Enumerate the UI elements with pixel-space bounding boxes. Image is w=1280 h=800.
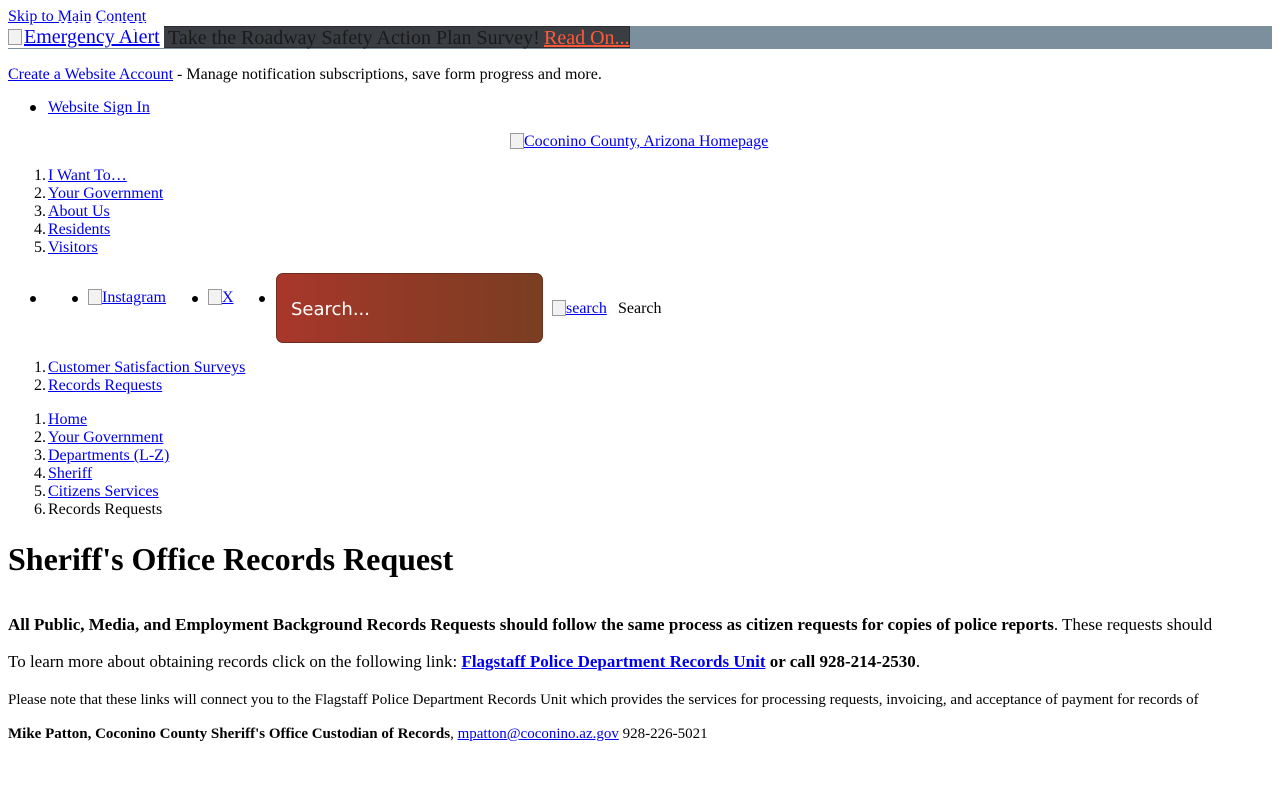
breadcrumb-sheriff[interactable]: Sheriff (48, 465, 92, 483)
create-account-link[interactable]: Create a Website Account (8, 66, 173, 83)
logo-alt-text: Coconino County, Arizona Homepage (524, 133, 769, 150)
list-bullet (192, 296, 198, 302)
nav-item-residents[interactable]: Residents (48, 221, 110, 239)
list-number: 2. (34, 377, 46, 394)
list-number: 1. (34, 167, 46, 184)
list-number: 1. (34, 359, 46, 376)
x-social-link[interactable]: X (208, 289, 234, 307)
list-number: 3. (34, 447, 46, 464)
list-bullet (30, 296, 36, 302)
records-process-rest: . These requests should (1053, 615, 1213, 634)
breadcrumb-citizens-services[interactable]: Citizens Services (48, 483, 159, 501)
list-bullet (259, 296, 265, 302)
search-submit-link[interactable]: search (552, 300, 607, 318)
custodian-phone: 928-226-5021 (618, 726, 708, 742)
search-input[interactable] (291, 296, 531, 322)
paragraph-note: Please note that these links will connec… (8, 692, 1199, 708)
county-logo-link[interactable]: Coconino County, Arizona Homepage (510, 133, 768, 151)
paragraph-learn-more: To learn more about obtaining records cl… (8, 652, 920, 672)
list-number: 6. (34, 501, 46, 518)
list-number: 4. (34, 221, 46, 238)
instagram-alt-text: Instagram (102, 289, 166, 306)
records-process-bold: All Public, Media, and Employment Backgr… (8, 615, 1054, 634)
list-number: 2. (34, 185, 46, 202)
list-bullet (72, 296, 78, 302)
instagram-icon (88, 289, 102, 305)
search-icon-alt-text: search (566, 300, 607, 317)
search-icon (552, 300, 566, 316)
broken-image-icon (8, 29, 22, 45)
emergency-alert-message: Take the Roadway Safety Action Plan Surv… (168, 27, 540, 49)
account-line: Create a Website Account - Manage notifi… (8, 66, 602, 84)
custodian-email-link[interactable]: mpatton@coconino.az.gov (458, 726, 619, 742)
paragraph-custodian: Mike Patton, Coconino County Sheriff's O… (8, 725, 708, 743)
list-number: 4. (34, 465, 46, 482)
custodian-name: Mike Patton, Coconino County Sheriff's O… (8, 726, 451, 742)
search-label: Search (618, 300, 662, 317)
logo-image-icon (510, 133, 524, 149)
instagram-link[interactable]: Instagram (88, 289, 166, 307)
breadcrumb-current: Records Requests (48, 501, 163, 518)
list-number: 2. (34, 429, 46, 446)
x-alt-text: X (222, 289, 234, 306)
custodian-separator: , (450, 726, 458, 742)
learn-more-text: To learn more about obtaining records cl… (8, 652, 462, 671)
learn-more-period: . (915, 652, 921, 671)
quick-link-records-requests[interactable]: Records Requests (48, 377, 162, 395)
breadcrumb-departments[interactable]: Departments (L-Z) (48, 447, 169, 465)
nav-item-i-want-to[interactable]: I Want To… (48, 167, 127, 185)
breadcrumb-your-government[interactable]: Your Government (48, 429, 163, 447)
paragraph-records-process: All Public, Media, and Employment Backgr… (8, 615, 1212, 635)
nav-item-about-us[interactable]: About Us (48, 203, 110, 221)
call-number-text: or call 928-214-2530 (765, 652, 916, 671)
list-number: 5. (34, 483, 46, 500)
list-bullet (30, 105, 36, 111)
list-number: 3. (34, 203, 46, 220)
important-badge: IMPORTANT (58, 19, 157, 36)
website-sign-in-link[interactable]: Website Sign In (48, 99, 150, 117)
nav-item-your-government[interactable]: Your Government (48, 185, 163, 203)
account-description: - Manage notification subscriptions, sav… (173, 66, 602, 83)
breadcrumb-home[interactable]: Home (48, 411, 87, 429)
quick-link-customer-satisfaction-surveys[interactable]: Customer Satisfaction Surveys (48, 359, 245, 377)
x-icon (208, 289, 222, 305)
search-box (276, 273, 543, 343)
nav-item-visitors[interactable]: Visitors (48, 239, 98, 257)
list-number: 5. (34, 239, 46, 256)
page-title: Sheriff's Office Records Request (8, 541, 454, 577)
flagstaff-records-unit-link[interactable]: Flagstaff Police Department Records Unit (461, 652, 765, 671)
read-on-link[interactable]: Read On... (544, 27, 630, 49)
list-number: 1. (34, 411, 46, 428)
